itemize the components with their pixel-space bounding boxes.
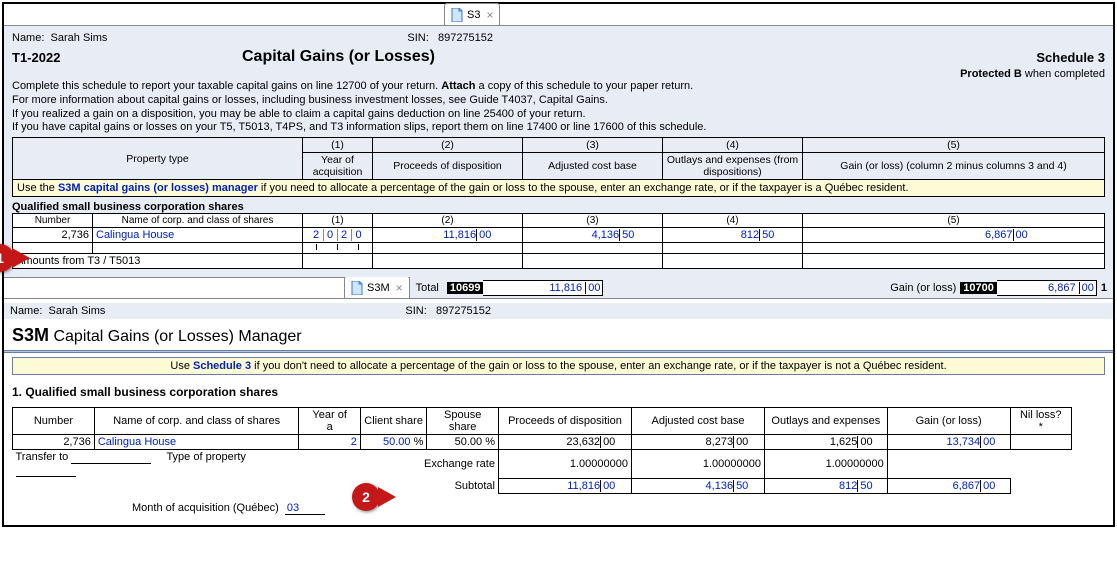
amounts-from-label: Amounts from T3 / T5013 xyxy=(13,254,303,269)
tab-s3m-label: S3M xyxy=(367,282,390,294)
form-s3: Name: Sarah Sims SIN: 897275152 T1-2022 … xyxy=(4,26,1113,277)
t1-year: T1-2022 xyxy=(12,50,242,65)
client-share-field[interactable]: 50.00 % xyxy=(360,435,427,450)
qsbc-table: Number Name of corp. and class of shares… xyxy=(12,213,1105,269)
column-headers: Property type (1) (2) (3) (4) (5) Year o… xyxy=(12,137,1105,180)
month-field[interactable]: 03 xyxy=(285,502,325,515)
tab-s3[interactable]: S3 × xyxy=(444,3,500,25)
name-value: Sarah Sims xyxy=(51,32,108,44)
gain-field[interactable]: 6,86700 xyxy=(803,228,1105,243)
year-field[interactable]: 2020 xyxy=(306,229,369,241)
table-row[interactable]: 2,736 Calingua House 2020 11,81600 4,136… xyxy=(13,228,1105,243)
callout-1-pointer xyxy=(12,248,30,268)
sin-value: 897275152 xyxy=(438,32,493,44)
tab-s3m[interactable]: S3M × xyxy=(344,276,410,298)
type-field[interactable] xyxy=(16,464,76,477)
close-icon[interactable]: × xyxy=(486,8,493,22)
gain-loss-label: Gain (or loss) xyxy=(890,282,956,294)
code-10700: 10700 xyxy=(960,282,997,294)
tab-bar-upper: S3 × xyxy=(4,4,1113,26)
tab-s3-label: S3 xyxy=(467,9,480,21)
corp-name[interactable]: Calingua House xyxy=(93,228,303,243)
sin-label: SIN: xyxy=(407,32,428,44)
exch1[interactable]: 1.00000000 xyxy=(498,450,631,479)
s3m-title: S3M Capital Gains (or Losses) Manager xyxy=(12,325,1105,346)
exchange-rate-label: Exchange rate xyxy=(360,450,498,479)
outlays-field[interactable]: 81250 xyxy=(663,228,803,243)
exch2[interactable]: 1.00000000 xyxy=(631,450,764,479)
callout-2-pointer xyxy=(378,487,396,507)
hint-schedule3: Use Schedule 3 if you don't need to allo… xyxy=(12,357,1105,375)
callout-2: 2 xyxy=(352,483,380,511)
yoa-field[interactable]: 2 xyxy=(299,435,360,450)
outlays-field[interactable]: 1,62500 xyxy=(764,435,887,450)
page-title: Capital Gains (or Losses) xyxy=(242,48,435,66)
sin-label: SIN: xyxy=(405,305,426,317)
proceeds-field[interactable]: 23,63200 xyxy=(498,435,631,450)
acb-field[interactable]: 8,27300 xyxy=(631,435,764,450)
tab-bar-lower: S3M × Total 10699 11,816 00 Gain (or los… xyxy=(4,277,1113,299)
s3m-section1-title: 1. Qualified small business corporation … xyxy=(12,385,1105,399)
exch3[interactable]: 1.00000000 xyxy=(764,450,887,479)
protected-line: Protected B when completed xyxy=(12,68,1105,80)
hint-s3m: Use the S3M capital gains (or losses) ma… xyxy=(12,180,1105,197)
sin-value: 897275152 xyxy=(436,305,491,317)
form-s3m: Name: Sarah Sims SIN: 897275152 S3M Capi… xyxy=(4,299,1113,525)
nil-loss-field[interactable] xyxy=(1010,435,1071,450)
proceeds-field[interactable]: 11,81600 xyxy=(373,228,523,243)
name-value: Sarah Sims xyxy=(49,305,106,317)
type-label: Type of property xyxy=(166,451,246,463)
file-icon xyxy=(351,281,363,295)
name-label: Name: xyxy=(12,32,44,44)
s3m-table: Number Name of corp. and class of shares… xyxy=(12,407,1072,494)
transfer-to-field[interactable] xyxy=(71,451,151,464)
acb-field[interactable]: 4,13650 xyxy=(523,228,663,243)
gain-field[interactable]: 13,73400 xyxy=(887,435,1010,450)
corp-name[interactable]: Calingua House xyxy=(94,435,299,450)
month-label: Month of acquisition (Québec) xyxy=(132,502,279,514)
link-schedule3[interactable]: Schedule 3 xyxy=(193,360,251,372)
close-icon[interactable]: × xyxy=(396,281,403,295)
spouse-share-field[interactable]: 50.00 % xyxy=(427,435,499,450)
table-row[interactable]: 2,736 Calingua House 2 50.00 % 50.00 % 2… xyxy=(13,435,1072,450)
instructions: Complete this schedule to report your ta… xyxy=(12,80,1105,135)
transfer-label: Transfer to xyxy=(16,451,69,463)
code-10699: 10699 xyxy=(447,282,484,294)
name-label: Name: xyxy=(10,305,42,317)
total-label: Total xyxy=(416,282,443,294)
section1-title: Qualified small business corporation sha… xyxy=(12,201,1105,213)
link-s3m-manager[interactable]: S3M capital gains (or losses) manager xyxy=(58,182,258,194)
file-icon xyxy=(451,8,463,22)
schedule-label: Schedule 3 xyxy=(1036,50,1105,65)
